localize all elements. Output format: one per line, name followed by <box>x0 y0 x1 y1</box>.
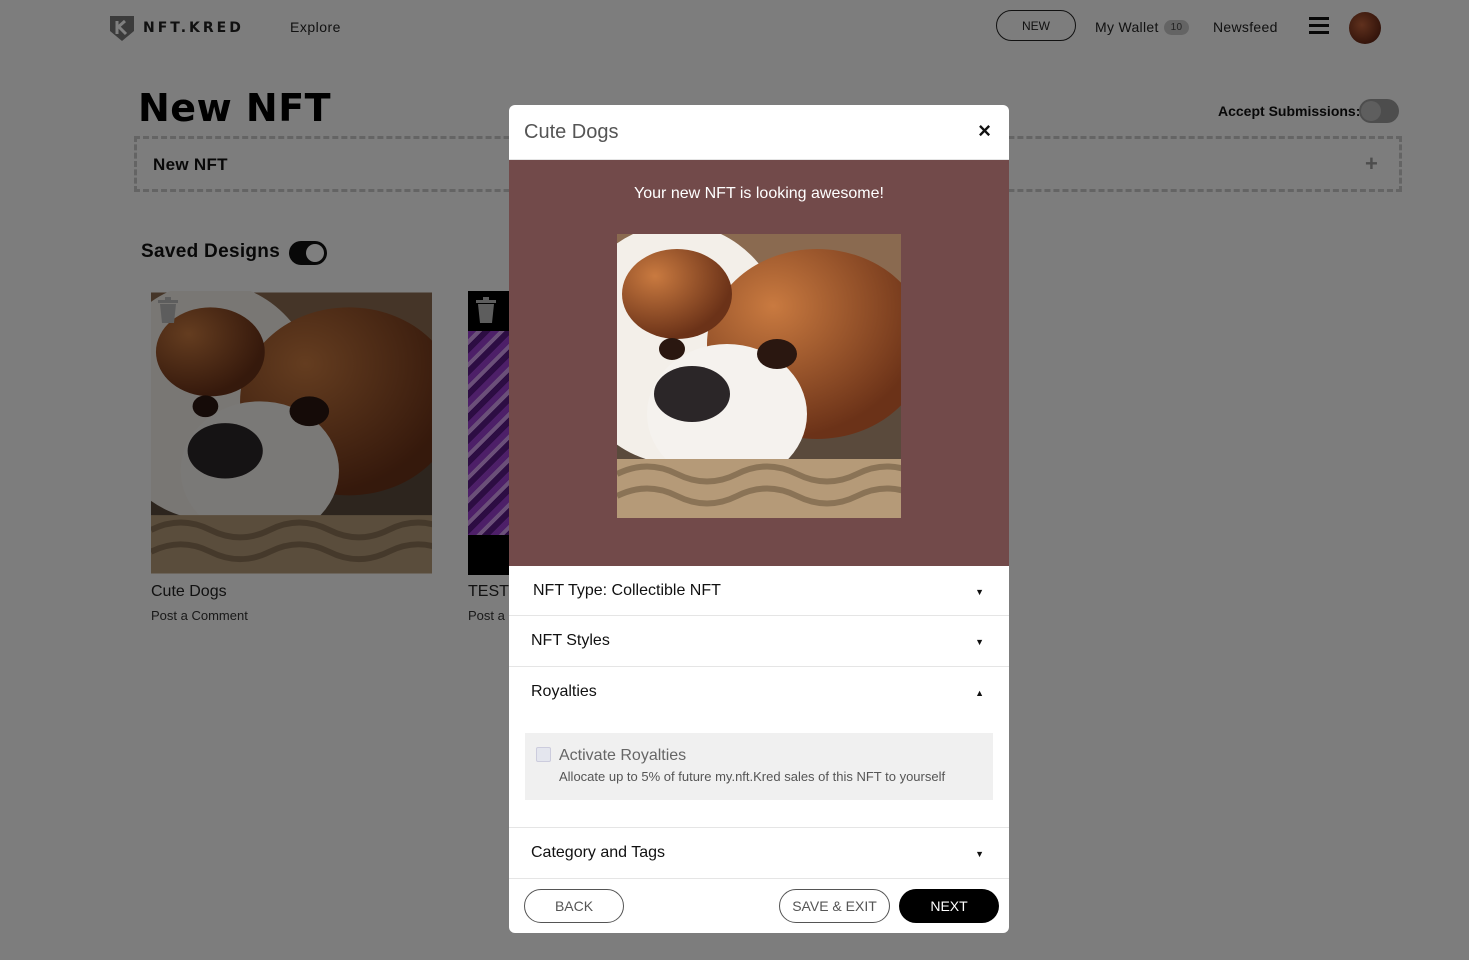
chevron-down-icon: ▼ <box>975 849 984 859</box>
category-tags-section[interactable]: Category and Tags ▼ <box>509 828 1009 879</box>
nft-type-label: NFT Type: Collectible NFT <box>533 582 721 599</box>
preview-message: Your new NFT is looking awesome! <box>634 185 884 202</box>
nft-preview-image <box>617 234 901 518</box>
category-tags-label: Category and Tags <box>531 844 666 861</box>
chevron-down-icon: ▼ <box>975 587 984 597</box>
activate-royalties-panel: Activate Royalties Allocate up to 5% of … <box>525 733 993 800</box>
close-icon[interactable]: × <box>978 119 991 143</box>
nft-preview-panel: Your new NFT is looking awesome! <box>509 160 1009 566</box>
activate-royalties-checkbox[interactable] <box>536 747 551 762</box>
back-button[interactable]: BACK <box>524 889 624 923</box>
modal-header: Cute Dogs × <box>509 105 1009 160</box>
modal-title: Cute Dogs <box>524 121 619 143</box>
nft-type-section[interactable]: NFT Type: Collectible NFT ▼ <box>509 566 1009 616</box>
royalties-description: Allocate up to 5% of future my.nft.Kred … <box>559 769 946 784</box>
next-button[interactable]: NEXT <box>899 889 999 923</box>
nft-styles-section[interactable]: NFT Styles ▼ <box>509 616 1009 667</box>
royalties-label[interactable]: Royalties <box>531 683 597 701</box>
chevron-up-icon[interactable]: ▲ <box>975 688 984 698</box>
dog-photo-image <box>617 234 901 518</box>
nft-creation-modal: Cute Dogs × Your new NFT is looking awes… <box>509 105 1009 933</box>
chevron-down-icon: ▼ <box>975 637 984 647</box>
nft-styles-label: NFT Styles <box>531 632 610 649</box>
activate-royalties-label[interactable]: Activate Royalties <box>559 747 686 765</box>
save-exit-button[interactable]: SAVE & EXIT <box>779 889 890 923</box>
